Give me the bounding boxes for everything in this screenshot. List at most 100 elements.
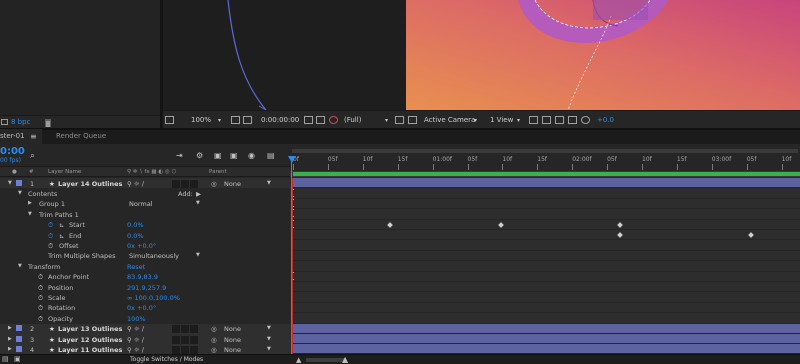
zoom-out-icon[interactable]: ▲ (296, 356, 301, 364)
keyframe[interactable] (617, 232, 623, 238)
grid-icon[interactable] (243, 116, 252, 124)
property-rotation[interactable]: ⏱ Rotation 0x +0.0° (0, 303, 290, 313)
pick-whip-icon[interactable]: ◎ (211, 180, 217, 188)
current-time-indicator[interactable]: 0:00 (0, 146, 25, 157)
property-end[interactable]: ⏱ ⊾ End 0.0% (0, 230, 290, 240)
layer-name[interactable]: Layer 14 Outlines (58, 180, 122, 188)
shy-layers-icon[interactable]: ▣ (214, 151, 222, 160)
layer-duration-bar[interactable] (292, 323, 800, 334)
property-opacity[interactable]: ⏱ Opacity 100% (0, 313, 290, 323)
property-offset[interactable]: ⏱ Offset 0x +0.0° (0, 240, 290, 250)
property-trim-multiple[interactable]: Trim Multiple Shapes Simultaneously ▼ (0, 251, 290, 261)
switch-box[interactable] (181, 179, 189, 188)
fast-previews-icon[interactable] (395, 116, 404, 124)
stopwatch-icon[interactable]: ⏱ (48, 232, 53, 241)
camera-dropdown[interactable]: Active Camera (424, 116, 475, 124)
trash-icon[interactable] (44, 119, 51, 127)
search-input[interactable] (42, 149, 132, 160)
composition-viewer[interactable] (163, 0, 800, 110)
flowchart-icon[interactable] (1, 119, 8, 125)
switch-box[interactable] (190, 345, 198, 354)
label-color-swatch[interactable] (16, 325, 22, 332)
stopwatch-icon[interactable]: ⏱ (48, 242, 53, 251)
3d-view-icon[interactable] (542, 116, 551, 124)
add-menu-label[interactable]: Add: (178, 190, 193, 198)
property-start[interactable]: ⏱ ⊾ Start 0.0% (0, 220, 290, 230)
property-value[interactable]: 291.9,257.9 (127, 284, 166, 292)
stopwatch-icon[interactable]: ⏱ (38, 294, 43, 303)
keyframe[interactable] (387, 221, 393, 228)
toggle-pixel-aspect-icon[interactable] (529, 116, 538, 124)
work-area-bar[interactable] (293, 172, 800, 176)
property-group-trim-paths[interactable]: ▼ Trim Paths 1 (0, 209, 290, 219)
layer-duration-bar[interactable] (292, 344, 800, 354)
keyframe[interactable] (748, 232, 754, 238)
graph-icon[interactable]: ⊾ (59, 232, 64, 240)
layer-switches[interactable]: ⚲ ☼ ∕ (127, 346, 144, 354)
panel-menu-icon[interactable]: ≡ (30, 132, 37, 141)
layer-duration-bar[interactable] (292, 334, 800, 345)
pick-whip-icon[interactable]: ◎ (211, 336, 217, 344)
channel-icon[interactable] (329, 116, 338, 124)
twirl-down-icon[interactable]: ▼ (18, 263, 22, 269)
keyframe[interactable] (617, 221, 623, 228)
property-position[interactable]: ⏱ Position 291.9,257.9 (0, 282, 290, 292)
pick-whip-icon[interactable]: ◎ (211, 346, 217, 354)
switch-box[interactable] (190, 335, 198, 344)
twirl-right-icon[interactable]: ▶ (28, 200, 32, 206)
twirl-down-icon[interactable]: ▼ (28, 211, 32, 217)
safe-zones-icon[interactable] (231, 116, 240, 124)
tab-render-queue[interactable]: Render Queue (56, 132, 106, 140)
zoom-slider[interactable] (306, 358, 346, 362)
expand-panel-icon[interactable]: ▣ (14, 355, 21, 363)
property-scale[interactable]: ⏱ Scale ∞ 100.0,100.0% (0, 292, 290, 302)
parent-dropdown[interactable]: None (224, 325, 241, 333)
twirl-right-icon[interactable]: ▶ (8, 325, 12, 331)
layer-name[interactable]: Layer 12 Outlines (58, 336, 122, 344)
switch-box[interactable] (172, 325, 180, 334)
trim-mode-dropdown[interactable]: Simultaneously (129, 252, 179, 260)
graph-editor-icon[interactable]: ▤ (267, 151, 275, 160)
stopwatch-icon[interactable]: ⏱ (38, 284, 43, 293)
switch-box[interactable] (181, 325, 189, 334)
comp-mini-flowchart-icon[interactable]: ⇥ (176, 151, 183, 160)
stopwatch-icon[interactable]: ⏱ (48, 221, 53, 230)
add-menu-icon[interactable]: ▶ (196, 190, 201, 198)
snapshot-icon[interactable] (304, 116, 313, 124)
toggle-switches-modes-button[interactable]: Toggle Switches / Modes (130, 356, 203, 363)
layer-row[interactable]: ▶ 2 ★ Layer 13 Outlines ⚲ ☼ ∕ ◎ None ▼ (0, 323, 290, 334)
label-color-swatch[interactable] (16, 345, 22, 352)
property-value[interactable]: 0.0% (127, 221, 144, 229)
layer-name[interactable]: Layer 11 Outlines (58, 346, 122, 354)
keyframe[interactable] (498, 221, 504, 228)
layer-switches[interactable]: ⚲ ☼ ∕ (127, 336, 144, 344)
zoom-in-icon[interactable]: ▲ (342, 355, 348, 364)
twirl-down-icon[interactable]: ▼ (18, 190, 22, 196)
twirl-right-icon[interactable]: ▶ (8, 336, 12, 342)
property-anchor-point[interactable]: ⏱ Anchor Point 83.9,83.9 (0, 272, 290, 282)
time-navigator[interactable] (292, 149, 798, 153)
label-color-swatch[interactable] (16, 335, 22, 342)
switch-box[interactable] (172, 345, 180, 354)
layer-row[interactable]: ▼ 1 ★ Layer 14 Outlines ⚲ ☼ ∕ ◎ None ▼ (0, 178, 290, 189)
parent-dropdown[interactable]: None (224, 180, 241, 188)
property-group-group1[interactable]: ▶ Group 1 Normal ▼ (0, 199, 290, 209)
layer-row[interactable]: ▶ 3 ★ Layer 12 Outlines ⚲ ☼ ∕ ◎ None ▼ (0, 334, 290, 345)
switch-box[interactable] (172, 179, 180, 188)
frame-blending-icon[interactable]: ▣ (230, 151, 238, 160)
parent-dropdown[interactable]: None (224, 336, 241, 344)
twirl-right-icon[interactable]: ▶ (8, 346, 12, 352)
bit-depth-button[interactable]: 8 bpc (11, 118, 30, 126)
draft-3d-icon[interactable]: ⚙ (196, 151, 203, 160)
column-layer-name[interactable]: Layer Name (48, 169, 81, 175)
label-color-swatch[interactable] (16, 179, 22, 186)
motion-blur-icon[interactable]: ◉ (248, 151, 255, 160)
switch-box[interactable] (190, 179, 198, 188)
show-snapshot-icon[interactable] (316, 116, 325, 124)
stopwatch-icon[interactable]: ⏱ (38, 304, 43, 313)
switch-box[interactable] (181, 335, 189, 344)
property-value[interactable]: 0x +0.0° (127, 304, 156, 312)
stopwatch-icon[interactable]: ⏱ (38, 273, 43, 282)
switch-box[interactable] (190, 325, 198, 334)
property-value[interactable]: 0x +0.0° (127, 242, 156, 250)
